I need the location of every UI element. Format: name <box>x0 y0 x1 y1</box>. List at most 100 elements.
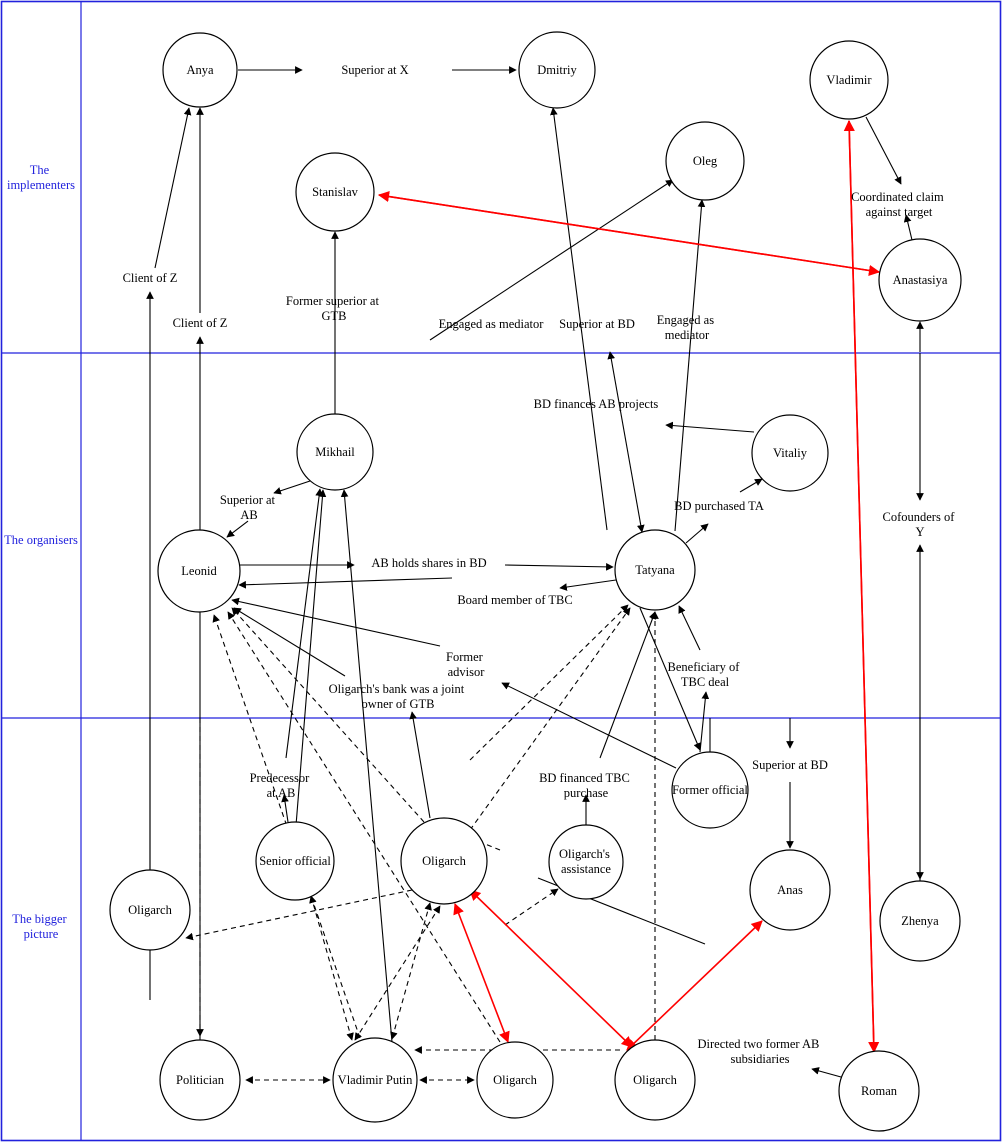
edge-oligarchb3-oligarchmid-red <box>453 902 510 1044</box>
edge-oligarchmid-leonid-dashed <box>231 607 425 823</box>
edge-mikhail-superiorab <box>273 480 311 495</box>
edge-tatyana-boardtbc <box>559 579 617 591</box>
network-diagram: The implementers The organisers The bigg… <box>0 0 1002 1142</box>
node-stanislav[interactable]: Stanislav <box>295 152 375 232</box>
node-vladimir-label: Vladimir <box>826 73 872 87</box>
node-putin[interactable]: Vladimir Putin <box>332 1037 418 1123</box>
edge-label-directed-subsidiaries: Directed two former AB subsidiaries <box>698 1037 823 1066</box>
edge-beneficiary-tatyana <box>678 605 701 651</box>
edge-label-client-of-z-1: Client of Z <box>123 271 178 285</box>
edge-label-ab-holds-shares: AB holds shares in BD <box>371 556 486 570</box>
edge-label-superior-at-x: Superior at X <box>341 63 408 77</box>
node-zhenya-label: Zhenya <box>901 914 939 928</box>
edge-label-former-superior-gtb: Former superior at GTB <box>286 294 382 323</box>
node-oligarch-left-label: Oligarch <box>128 903 172 917</box>
node-senior-official[interactable]: Senior official <box>255 821 335 901</box>
edge-formeradvisor-leonid <box>231 597 441 647</box>
node-oligarch-b3-label: Oligarch <box>493 1073 537 1087</box>
node-mikhail[interactable]: Mikhail <box>296 413 374 491</box>
node-former-official-label: Former official <box>672 783 748 797</box>
edge-label-superior-at-bd-1: Superior at BD <box>559 317 635 331</box>
node-tatyana[interactable]: Tatyana <box>614 529 696 611</box>
edge-bdpurchasedta-vitaliy <box>739 478 763 493</box>
edge-formerofficial-formeradvisor <box>501 682 677 769</box>
edge-label-oligarchs-bank-gtb: Oligarch's bank was a joint owner of GTB <box>329 682 468 711</box>
edge-vladimir-anastasiya <box>865 116 902 185</box>
edge-label-engaged-as-mediator-2: Engaged as mediator <box>657 313 717 342</box>
node-oligarch-b4[interactable]: Oligarch <box>614 1039 696 1121</box>
node-oligarch-left[interactable]: Oligarch <box>109 869 191 951</box>
edge-bdfinancedtbc-tatyana <box>599 611 657 759</box>
node-oligarch-mid[interactable]: Oligarch <box>400 817 488 905</box>
node-senior-official-label: Senior official <box>259 854 331 868</box>
edge-label-bd-purchased-ta: BD purchased TA <box>674 499 764 513</box>
edge-label-engaged-as-mediator-1: Engaged as mediator <box>439 317 545 331</box>
node-former-official[interactable]: Former official <box>671 751 749 829</box>
edge-roman-oligarchb4 <box>811 1067 842 1078</box>
edge-seniorofficial-putin <box>309 895 354 1041</box>
nodes: Anya Dmitriy Vladimir Stanislav Oleg Ana… <box>109 31 962 1132</box>
node-vitaliy-label: Vitaliy <box>773 446 808 460</box>
node-tatyana-label: Tatyana <box>635 563 675 577</box>
edge-oligarchmid-bankgtb <box>409 711 431 819</box>
edge-superiorab-leonid <box>226 520 249 538</box>
node-oleg[interactable]: Oleg <box>665 121 745 201</box>
band-label-organisers: The organisers <box>4 533 78 547</box>
node-zhenya[interactable]: Zhenya <box>879 880 961 962</box>
edge-leonid-tatyana-dashed <box>469 604 629 761</box>
edge-bdfinances-tatyana <box>607 351 645 533</box>
edge-mikhailfeeder-2 <box>340 489 393 1043</box>
node-oligarch-mid-label: Oligarch <box>422 854 466 868</box>
node-anastasiya-label: Anastasiya <box>893 273 948 287</box>
edge-label-beneficiary-tbc: Beneficiary of TBC deal <box>668 660 743 689</box>
node-oligarchs-assistance-label: Oligarch's assistance <box>559 847 613 876</box>
edge-label-predecessor-at-ab: Predecessor at AB <box>250 771 313 800</box>
edge-clientz1-to-anya <box>154 107 192 269</box>
edge-stanislav-anastasiya-red <box>378 194 881 277</box>
node-putin-label: Vladimir Putin <box>338 1073 413 1087</box>
edge-boardtbc-leonid <box>238 577 453 589</box>
edge-vladimir-roman-red <box>848 120 880 1054</box>
node-anya-label: Anya <box>186 63 214 77</box>
edge-assistance-diag <box>504 888 559 926</box>
node-anas[interactable]: Anas <box>749 849 831 931</box>
band-labels: The implementers The organisers The bigg… <box>4 163 78 941</box>
node-anastasiya[interactable]: Anastasiya <box>878 238 962 322</box>
edge-label-bd-financed-tbc: BD financed TBC purchase <box>539 771 633 800</box>
node-dmitriy[interactable]: Dmitriy <box>518 31 596 109</box>
edge-stanislav-oleg <box>429 179 674 341</box>
edge-label-former-advisor: Former advisor <box>446 650 486 679</box>
edge-vitaliy-bdfinances <box>665 421 755 433</box>
edge-oligarchb4-oligarchmid-red <box>469 889 633 1048</box>
node-vitaliy[interactable]: Vitaliy <box>751 414 829 492</box>
node-anya[interactable]: Anya <box>162 32 238 108</box>
node-oligarchs-assistance[interactable]: Oligarch's assistance <box>548 824 624 900</box>
node-oligarch-b3[interactable]: Oligarch <box>476 1041 554 1119</box>
edge-label-client-of-z-2: Client of Z <box>173 316 228 330</box>
node-roman-label: Roman <box>861 1084 898 1098</box>
node-vladimir[interactable]: Vladimir <box>809 40 889 120</box>
diagram-canvas: The implementers The organisers The bigg… <box>0 0 1002 1142</box>
node-anas-label: Anas <box>777 883 803 897</box>
node-roman[interactable]: Roman <box>838 1050 920 1132</box>
edge-label-board-member-tbc: Board member of TBC <box>457 593 572 607</box>
node-leonid[interactable]: Leonid <box>157 529 241 613</box>
edge-label-cofounders-of-y: Cofounders of Y <box>883 510 958 539</box>
band-label-implementers: The implementers <box>7 163 75 192</box>
node-politician[interactable]: Politician <box>159 1039 241 1121</box>
edge-label-superior-at-bd-2: Superior at BD <box>752 758 828 772</box>
node-oligarch-b4-label: Oligarch <box>633 1073 677 1087</box>
node-mikhail-label: Mikhail <box>315 445 355 459</box>
edge-label-bd-finances-ab: BD finances AB projects <box>534 397 659 411</box>
edge-abshares-tatyana <box>504 563 614 571</box>
edge-formerofficial-beneficiary <box>699 691 710 753</box>
edge-bankgtb-leonid <box>233 607 346 677</box>
node-dmitriy-label: Dmitriy <box>537 63 577 77</box>
edge-label-superior-at-ab: Superior at AB <box>220 493 278 522</box>
band-label-bigger-picture: The bigger picture <box>12 912 70 941</box>
edge-label-coordinated-claim: Coordinated claim against target <box>851 190 947 219</box>
node-politician-label: Politician <box>176 1073 225 1087</box>
edge-tatyana-oleg <box>674 199 706 532</box>
edge-oligarchmid-putin <box>390 902 432 1040</box>
node-leonid-label: Leonid <box>181 564 217 578</box>
